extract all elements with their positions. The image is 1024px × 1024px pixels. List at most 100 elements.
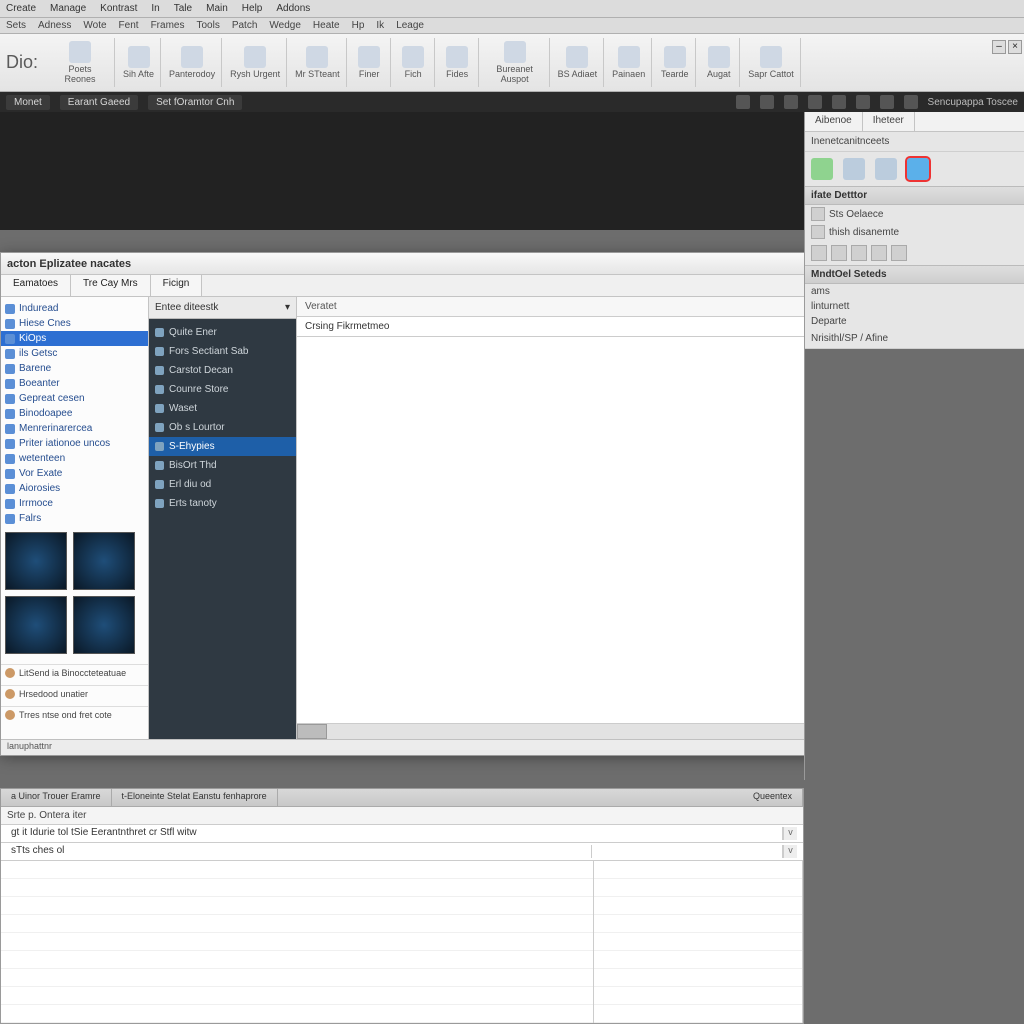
minimize-button[interactable]: – <box>992 40 1006 54</box>
tool-icon-selected[interactable] <box>907 158 929 180</box>
output-tab[interactable]: t-Eloneinte Stelat Eanstu fenhaprore <box>112 789 278 806</box>
menu-item[interactable]: Create <box>6 3 36 14</box>
checkbox-icon[interactable] <box>811 207 825 221</box>
toolbar-icon[interactable] <box>880 95 894 109</box>
toolbar-icon[interactable] <box>760 95 774 109</box>
category-item[interactable]: Ob s Lourtor <box>149 418 296 437</box>
tool-button[interactable] <box>871 245 887 261</box>
category-item[interactable]: Erl diu od <box>149 475 296 494</box>
output-tab[interactable]: a Uinor Trouer Eramre <box>1 789 112 806</box>
menu-item[interactable]: Kontrast <box>100 3 137 14</box>
tree-item[interactable]: Binodoapee <box>1 406 148 421</box>
ribbon-group[interactable]: Panterodoy <box>163 38 222 87</box>
tool-button[interactable] <box>831 245 847 261</box>
category-item[interactable]: Fors Sectiant Sab <box>149 342 296 361</box>
property-row[interactable]: linturnett <box>805 299 1024 314</box>
toolbar-icon[interactable] <box>856 95 870 109</box>
ribbon-group[interactable]: Sapr Cattot <box>742 38 801 87</box>
output-grid[interactable] <box>1 861 803 1023</box>
explorer-titlebar[interactable]: acton Eplizatee nacates □ × <box>1 253 851 275</box>
menu-item[interactable]: Adness <box>38 20 71 31</box>
ribbon-group[interactable]: Bureanet Auspot <box>481 38 550 87</box>
ribbon-group[interactable]: Painaen <box>606 38 652 87</box>
menu-item[interactable]: Wote <box>83 20 106 31</box>
toolbar-icon[interactable] <box>904 95 918 109</box>
menu-item[interactable]: Manage <box>50 3 86 14</box>
tree-item[interactable]: Barene <box>1 361 148 376</box>
menu-item[interactable]: Tale <box>174 3 192 14</box>
dropdown-icon[interactable]: v <box>783 827 797 840</box>
menu-item[interactable]: Fent <box>119 20 139 31</box>
tool-button[interactable] <box>811 245 827 261</box>
tree-item[interactable]: Hiese Cnes <box>1 316 148 331</box>
tree-footer-item[interactable]: LitSend ia Binoccteteatuae <box>1 664 148 681</box>
property-row[interactable]: thish disanemte <box>805 223 1024 241</box>
menu-item[interactable]: Main <box>206 3 228 14</box>
content-scrollbar[interactable] <box>297 723 851 739</box>
ribbon-group[interactable]: Finer <box>349 38 391 87</box>
ribbon-group[interactable]: Tearde <box>654 38 696 87</box>
ribbon-group[interactable]: BS Adiaet <box>552 38 605 87</box>
document-tab[interactable]: Earant Gaeed <box>60 95 138 110</box>
tree-item[interactable]: Falrs <box>1 511 148 526</box>
menu-item[interactable]: Hp <box>352 20 365 31</box>
tree-item[interactable]: Irrmoce <box>1 496 148 511</box>
menu-item[interactable]: Help <box>242 3 263 14</box>
toolbar-icon[interactable] <box>808 95 822 109</box>
category-item[interactable]: Erts tanoty <box>149 494 296 513</box>
ribbon-group[interactable]: Rysh Urgent <box>224 38 287 87</box>
tree-item[interactable]: Priter iationoe uncos <box>1 436 148 451</box>
close-button[interactable]: × <box>1008 40 1022 54</box>
breadcrumb[interactable]: Crsing Fikrmetmeo <box>297 317 851 337</box>
menu-item[interactable]: Frames <box>151 20 185 31</box>
menu-item[interactable]: Leage <box>396 20 424 31</box>
toolbar-icon[interactable] <box>832 95 846 109</box>
explorer-tab[interactable]: Eamatoes <box>1 275 71 296</box>
tree-item[interactable]: Menrerinarercea <box>1 421 148 436</box>
properties-group-header[interactable]: ifate Detttor <box>805 186 1024 205</box>
menu-item[interactable]: Heate <box>313 20 340 31</box>
tree-item[interactable]: wetenteen <box>1 451 148 466</box>
menu-item[interactable]: Patch <box>232 20 258 31</box>
thumbnail[interactable] <box>73 596 135 654</box>
menu-item[interactable]: Ik <box>376 20 384 31</box>
ribbon-group[interactable]: Fides <box>437 38 479 87</box>
explorer-tab[interactable]: Ficign <box>151 275 203 296</box>
dropdown-icon[interactable]: v <box>783 845 797 858</box>
ribbon-group[interactable]: Poets Reones <box>46 38 115 87</box>
tree-item[interactable]: KiOps <box>1 331 148 346</box>
category-item[interactable]: S-Ehypies <box>149 437 296 456</box>
category-item[interactable]: Carstot Decan <box>149 361 296 380</box>
properties-tab[interactable]: Aibenoe <box>805 112 863 131</box>
category-item[interactable]: Waset <box>149 399 296 418</box>
property-row[interactable]: ams <box>805 284 1024 299</box>
tree-item[interactable]: ils Getsc <box>1 346 148 361</box>
tree-item[interactable]: Aiorosies <box>1 481 148 496</box>
ribbon-group[interactable]: Fich <box>393 38 435 87</box>
thumbnail[interactable] <box>5 596 67 654</box>
ribbon-group[interactable]: Mr STteant <box>289 38 347 87</box>
checkbox-icon[interactable] <box>811 225 825 239</box>
thumbnail[interactable] <box>5 532 67 590</box>
menu-item[interactable]: Addons <box>276 3 310 14</box>
category-item[interactable]: Quite Ener <box>149 323 296 342</box>
menu-item[interactable]: Wedge <box>269 20 301 31</box>
property-row[interactable]: Departe <box>805 314 1024 329</box>
category-item[interactable]: Counre Store <box>149 380 296 399</box>
tree-item[interactable]: Induread <box>1 301 148 316</box>
menu-item[interactable]: In <box>151 3 159 14</box>
ribbon-group[interactable]: Sih Afte <box>117 38 161 87</box>
chevron-down-icon[interactable]: ▾ <box>285 302 290 313</box>
tool-icon[interactable] <box>843 158 865 180</box>
document-tab[interactable]: Set fOramtor Cnh <box>148 95 242 110</box>
properties-group-header[interactable]: MndtOel Seteds <box>805 265 1024 284</box>
tree-item[interactable]: Gepreat cesen <box>1 391 148 406</box>
menu-item[interactable]: Sets <box>6 20 26 31</box>
tree-item[interactable]: Vor Exate <box>1 466 148 481</box>
toolbar-icon[interactable] <box>784 95 798 109</box>
thumbnail[interactable] <box>73 532 135 590</box>
output-dropdown[interactable]: Queentex <box>743 789 803 806</box>
document-tab[interactable]: Monet <box>6 95 50 110</box>
tree-footer-item[interactable]: Hrsedood unatier <box>1 685 148 702</box>
toolbar-icon[interactable] <box>736 95 750 109</box>
